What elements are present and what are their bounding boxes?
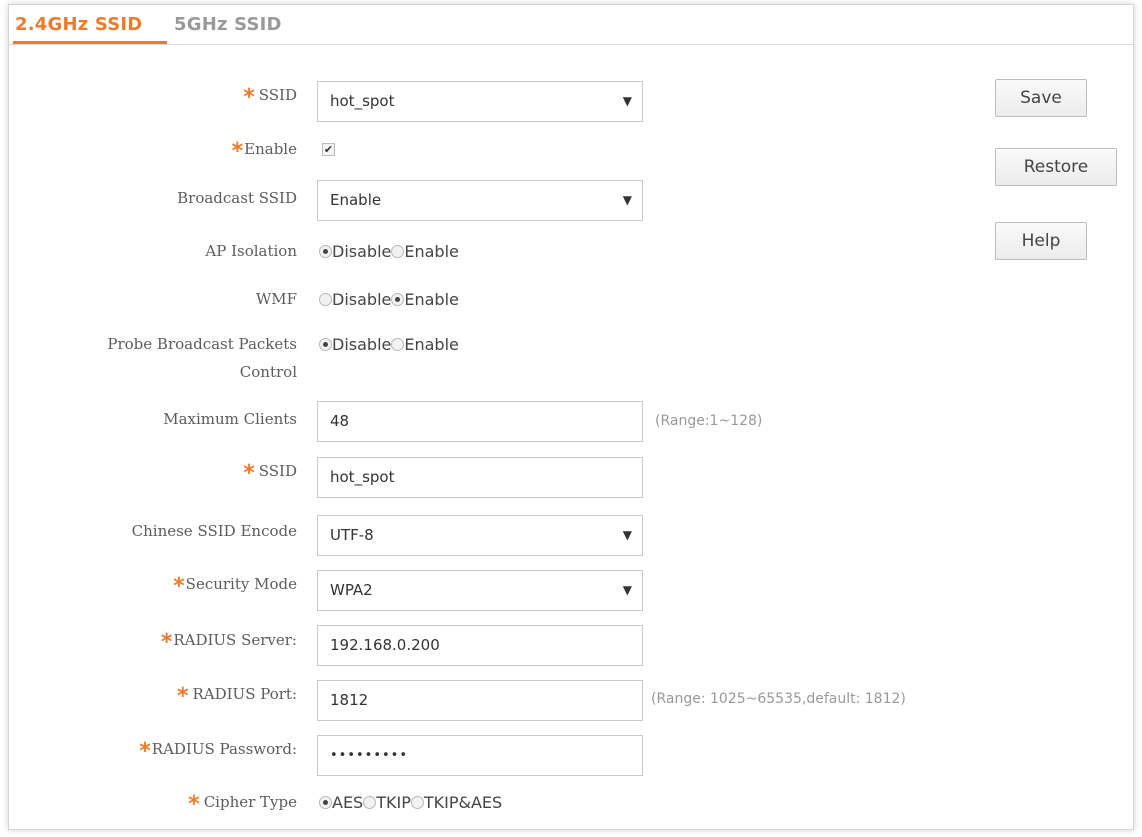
- cipher-type-label: * Cipher Type: [188, 792, 297, 817]
- radio-label: Enable: [404, 335, 459, 354]
- ap-isolation-radio-group: Disable Enable: [319, 242, 459, 261]
- broadcast-ssid-select[interactable]: Enable ▼: [317, 180, 643, 221]
- radius-port-label: * RADIUS Port:: [176, 684, 297, 709]
- help-button[interactable]: Help: [995, 222, 1087, 260]
- radio-label: AES: [332, 793, 364, 812]
- chinese-encode-label: Chinese SSID Encode: [131, 522, 297, 540]
- cipher-aes-radio[interactable]: [319, 796, 332, 809]
- ap-isolation-label: AP Isolation: [205, 242, 297, 260]
- required-marker: *: [188, 792, 200, 817]
- security-mode-select[interactable]: WPA2 ▼: [317, 570, 643, 611]
- enable-checkbox[interactable]: ✔: [322, 143, 335, 156]
- required-marker: *: [243, 461, 255, 486]
- enable-label: *Enable: [231, 139, 297, 164]
- max-clients-label: Maximum Clients: [163, 410, 297, 428]
- radius-password-label: *RADIUS Password:: [139, 739, 297, 764]
- ssid-name-label: * SSID: [243, 461, 297, 486]
- ssid-name-input[interactable]: hot_spot: [317, 457, 643, 498]
- chevron-down-icon: ▼: [622, 193, 632, 207]
- wmf-label: WMF: [255, 290, 297, 308]
- radio-label: TKIP&AES: [423, 793, 503, 812]
- probe-broadcast-label: Probe Broadcast Packets Control: [107, 335, 297, 381]
- wmf-enable-radio[interactable]: [391, 293, 405, 306]
- radio-label: Disable: [332, 335, 392, 354]
- restore-button[interactable]: Restore: [995, 148, 1117, 186]
- cipher-tkip-aes-radio[interactable]: [410, 796, 424, 809]
- security-mode-label: *Security Mode: [173, 574, 297, 599]
- chevron-down-icon: ▼: [622, 94, 632, 108]
- required-marker: *: [173, 574, 185, 599]
- required-marker: *: [176, 684, 189, 709]
- ssid-select[interactable]: hot_spot ▼: [317, 81, 643, 122]
- max-clients-input[interactable]: 48: [317, 401, 643, 442]
- radio-label: Disable: [332, 242, 392, 261]
- ap-isolation-disable-radio[interactable]: [319, 245, 332, 258]
- probe-disable-radio[interactable]: [319, 338, 332, 351]
- broadcast-ssid-label: Broadcast SSID: [177, 189, 297, 207]
- tab-bar: 2.4GHz SSID 5GHz SSID: [9, 5, 1133, 45]
- ssid-settings-panel: 2.4GHz SSID 5GHz SSID * SSID hot_spot ▼ *…: [8, 4, 1134, 830]
- radius-port-input[interactable]: 1812: [317, 680, 643, 721]
- radio-label: Disable: [332, 290, 392, 309]
- cipher-tkip-radio[interactable]: [363, 796, 377, 809]
- ssid-select-label: * SSID: [243, 85, 297, 110]
- ap-isolation-enable-radio[interactable]: [391, 245, 405, 258]
- wmf-disable-radio[interactable]: [319, 293, 332, 306]
- radius-port-range-hint: (Range: 1025~65535,default: 1812): [651, 691, 906, 707]
- max-clients-range-hint: (Range:1~128): [655, 413, 763, 429]
- probe-enable-radio[interactable]: [391, 338, 405, 351]
- radio-label: Enable: [404, 242, 459, 261]
- tab-5ghz-ssid[interactable]: 5GHz SSID: [174, 14, 282, 35]
- radio-label: Enable: [404, 290, 459, 309]
- active-tab-indicator: [13, 41, 167, 44]
- radius-server-input[interactable]: 192.168.0.200: [317, 625, 643, 666]
- radius-password-input[interactable]: •••••••••: [317, 735, 643, 776]
- radius-server-label: *RADIUS Server:: [160, 630, 297, 655]
- required-marker: *: [139, 739, 151, 764]
- required-marker: *: [243, 85, 255, 110]
- tab-2-4ghz-ssid[interactable]: 2.4GHz SSID: [15, 14, 142, 35]
- chevron-down-icon: ▼: [622, 583, 632, 597]
- chinese-encode-select[interactable]: UTF-8 ▼: [317, 515, 643, 556]
- wmf-radio-group: Disable Enable: [319, 290, 459, 309]
- radio-label: TKIP: [376, 793, 411, 812]
- save-button[interactable]: Save: [995, 79, 1087, 117]
- chevron-down-icon: ▼: [622, 528, 632, 542]
- required-marker: *: [160, 630, 173, 655]
- required-marker: *: [231, 139, 244, 164]
- probe-broadcast-radio-group: Disable Enable: [319, 335, 459, 354]
- cipher-type-radio-group: AES TKIP TKIP&AES: [319, 793, 502, 812]
